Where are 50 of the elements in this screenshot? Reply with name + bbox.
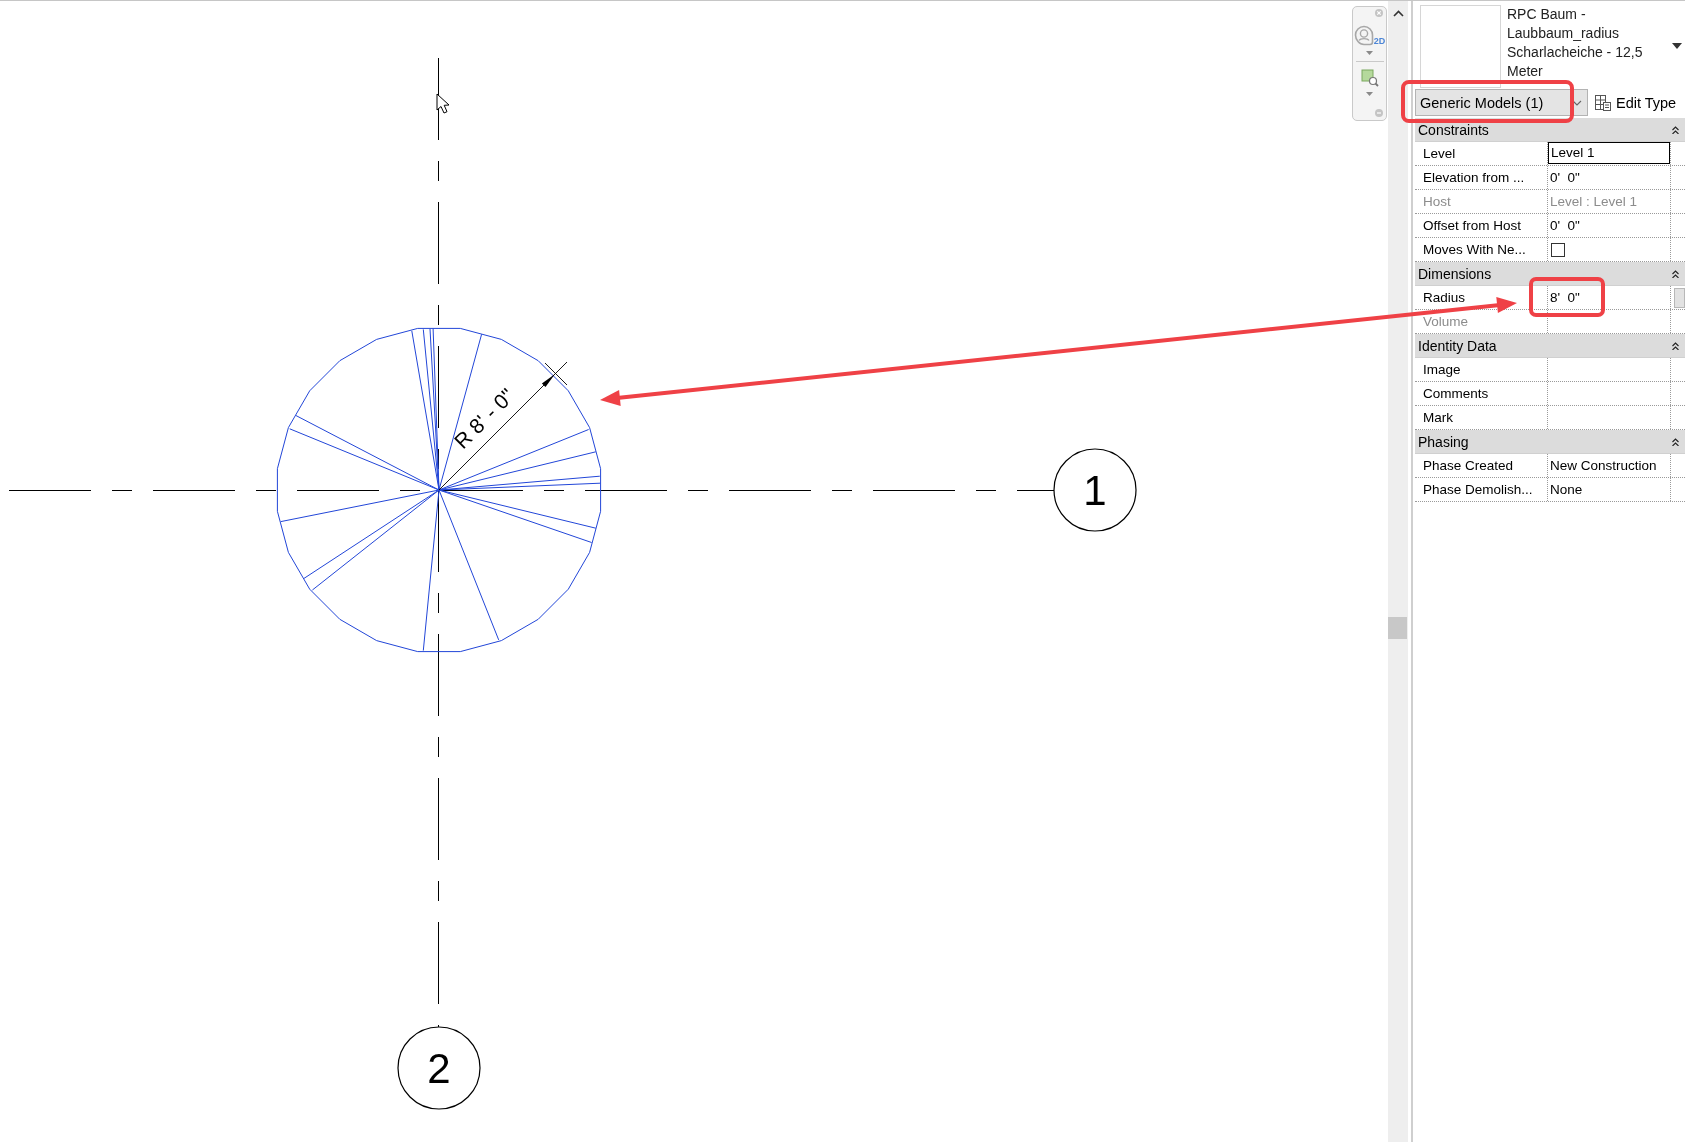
section-title: Dimensions	[1418, 265, 1492, 282]
property-name: Offset from Host	[1422, 217, 1523, 235]
scrollbar-thumb[interactable]	[1388, 617, 1407, 639]
property-name: Elevation from ...	[1422, 169, 1526, 187]
value-field[interactable]: 0' 0"	[1547, 214, 1670, 237]
section-header[interactable]: Phasing	[1415, 430, 1685, 454]
mouse-cursor-icon	[436, 93, 450, 114]
chevron-up-icon[interactable]	[1392, 10, 1404, 17]
edit-type-button[interactable]: Edit Type	[1593, 89, 1685, 116]
value-field: Level : Level 1	[1547, 190, 1670, 213]
value-field[interactable]: None	[1547, 478, 1670, 501]
category-dropdown[interactable]: Generic Models (1)	[1415, 89, 1588, 116]
dimension-label: R 8' - 0"	[449, 383, 519, 453]
section-header[interactable]: Dimensions	[1415, 262, 1685, 286]
section-title: Constraints	[1418, 121, 1489, 138]
value-field[interactable]: New Construction	[1547, 454, 1670, 477]
property-name: Phase Demolish...	[1422, 481, 1534, 499]
property-name: Level	[1422, 145, 1457, 163]
close-icon[interactable]	[1375, 9, 1383, 17]
collapse-icon[interactable]	[1672, 437, 1679, 446]
caret-icon[interactable]	[1672, 43, 1682, 49]
zoom-icon[interactable]	[1360, 69, 1379, 87]
value-field[interactable]: 8' 0"	[1547, 286, 1670, 309]
checkbox[interactable]	[1551, 242, 1565, 257]
grid-label: 2	[427, 1045, 451, 1092]
grid-label: 1	[1083, 467, 1107, 514]
property-name: Mark	[1422, 409, 1454, 427]
section-header[interactable]: Constraints	[1415, 118, 1685, 142]
value-field[interactable]: 0' 0"	[1547, 166, 1670, 189]
property-name: Host	[1422, 193, 1452, 211]
collapse-icon[interactable]	[1672, 341, 1679, 350]
property-name: Image	[1422, 361, 1462, 379]
property-name: Comments	[1422, 385, 1490, 403]
collapse-icon[interactable]	[1672, 269, 1679, 278]
wheel-mode-label: 2D	[1373, 37, 1386, 46]
property-name: Radius	[1422, 289, 1467, 307]
section-header[interactable]: Identity Data	[1415, 334, 1685, 358]
section-title: Identity Data	[1418, 337, 1497, 354]
steering-wheel-icon[interactable]	[1353, 25, 1374, 46]
section-title: Phasing	[1418, 433, 1469, 450]
property-name: Moves With Ne...	[1422, 241, 1527, 259]
scrollbar-thumb[interactable]	[1674, 288, 1685, 308]
property-name: Phase Created	[1422, 457, 1515, 475]
document-grid-icon	[1595, 94, 1611, 111]
input-field[interactable]: Level 1	[1548, 142, 1670, 164]
circle-minus-icon[interactable]	[1375, 109, 1383, 117]
chevron-down-icon	[1572, 99, 1582, 106]
type-name: RPC Baum - Laubbaum_radius Scharlacheiche - 12,5 Meter	[1507, 5, 1644, 81]
collapse-icon[interactable]	[1672, 125, 1679, 134]
property-name: Volume	[1422, 313, 1470, 331]
